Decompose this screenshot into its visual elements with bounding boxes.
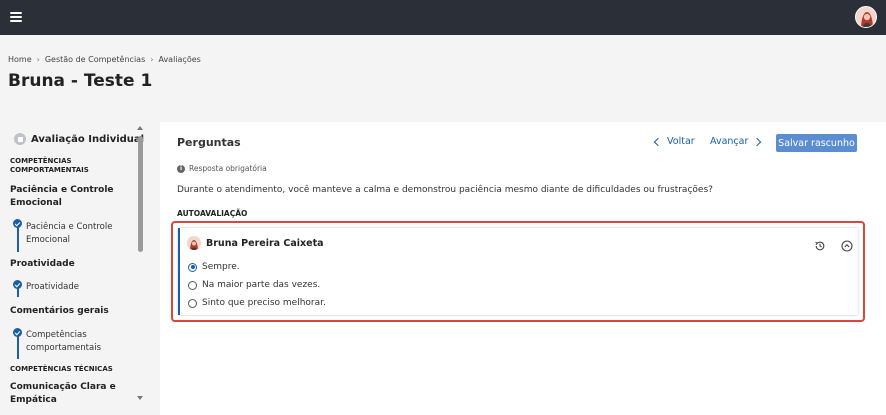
progress-line bbox=[17, 226, 19, 252]
sidebar-section-comportamentais: COMPETÊNCIAS COMPORTAMENTAIS bbox=[10, 157, 89, 174]
answer-highlight: Bruna Pereira Caixeta Sempre. Na maior p… bbox=[171, 221, 865, 322]
option-label: Sinto que preciso melhorar. bbox=[202, 298, 326, 308]
info-icon: i bbox=[177, 164, 185, 173]
sidebar-group-comentarios[interactable]: Comentários gerais bbox=[10, 305, 130, 318]
scroll-up-icon[interactable] bbox=[137, 126, 143, 130]
hamburger-icon[interactable] bbox=[10, 12, 22, 22]
back-label: Voltar bbox=[667, 136, 695, 147]
answer-card: Bruna Pereira Caixeta Sempre. Na maior p… bbox=[178, 228, 858, 315]
chevron-right-icon bbox=[753, 137, 762, 146]
sidebar-item-paciencia[interactable]: Paciência e Controle Emocional bbox=[26, 221, 136, 247]
sidebar-header[interactable]: Avaliação Individual bbox=[14, 133, 144, 145]
progress-line bbox=[17, 335, 19, 359]
top-bar bbox=[0, 0, 886, 35]
option-preciso-melhorar[interactable]: Sinto que preciso melhorar. bbox=[188, 298, 326, 308]
sidebar-scrollbar[interactable] bbox=[137, 126, 143, 404]
question-text: Durante o atendimento, você manteve a ca… bbox=[177, 185, 713, 195]
breadcrumb-separator-icon: › bbox=[150, 55, 154, 64]
breadcrumb: Home › Gestão de Competências › Avaliaçõ… bbox=[8, 55, 201, 64]
sidebar: Avaliação Individual COMPETÊNCIAS COMPOR… bbox=[0, 122, 146, 415]
page-title: Bruna - Teste 1 bbox=[8, 71, 153, 91]
radio-icon[interactable] bbox=[188, 280, 197, 290]
sidebar-group-proatividade[interactable]: Proatividade bbox=[10, 258, 130, 271]
breadcrumb-home[interactable]: Home bbox=[8, 55, 32, 64]
radio-icon[interactable] bbox=[188, 298, 197, 308]
required-note: i Resposta obrigatória bbox=[177, 164, 267, 173]
sidebar-item-proatividade[interactable]: Proatividade bbox=[26, 281, 136, 294]
sidebar-group-paciencia[interactable]: Paciência e Controle Emocional bbox=[10, 184, 130, 210]
save-draft-button[interactable]: Salvar rascunho bbox=[776, 134, 857, 152]
breadcrumb-avaliacoes[interactable]: Avaliações bbox=[158, 55, 200, 64]
option-label: Sempre. bbox=[202, 262, 240, 272]
scroll-down-icon[interactable] bbox=[137, 396, 143, 400]
collapse-icon[interactable] bbox=[841, 237, 853, 252]
check-icon bbox=[13, 328, 22, 337]
radio-selected-icon[interactable] bbox=[188, 262, 197, 272]
option-maior-parte[interactable]: Na maior parte das vezes. bbox=[188, 280, 320, 290]
answer-user-avatar bbox=[187, 236, 201, 250]
next-button[interactable]: Avançar bbox=[710, 136, 762, 147]
option-sempre[interactable]: Sempre. bbox=[188, 262, 240, 272]
required-text: Resposta obrigatória bbox=[189, 164, 267, 173]
option-label: Na maior parte das vezes. bbox=[202, 280, 321, 290]
back-button[interactable]: Voltar bbox=[653, 136, 695, 147]
sidebar-header-label: Avaliação Individual bbox=[31, 133, 145, 145]
sidebar-item-competencias-comportamentais[interactable]: Competências comportamentais bbox=[26, 329, 136, 355]
questions-panel: Perguntas Voltar Avançar Salvar rascunho… bbox=[160, 122, 886, 415]
user-avatar[interactable] bbox=[855, 6, 877, 28]
self-assessment-label: AUTOAVALIAÇÃO bbox=[177, 209, 248, 218]
questions-title: Perguntas bbox=[177, 136, 241, 149]
check-icon bbox=[13, 280, 22, 289]
breadcrumb-separator-icon: › bbox=[36, 55, 40, 64]
evaluation-icon bbox=[14, 133, 26, 145]
history-icon[interactable] bbox=[814, 237, 826, 251]
sidebar-section-tecnicas: COMPETÊNCIAS TÉCNICAS bbox=[10, 365, 113, 373]
next-label: Avançar bbox=[710, 136, 749, 147]
breadcrumb-gestao[interactable]: Gestão de Competências bbox=[45, 55, 145, 64]
answer-user-name: Bruna Pereira Caixeta bbox=[206, 238, 324, 249]
chevron-left-icon bbox=[653, 137, 663, 146]
sidebar-group-comunicacao[interactable]: Comunicação Clara e Empática bbox=[10, 381, 130, 407]
scroll-thumb[interactable] bbox=[138, 136, 143, 252]
check-icon bbox=[13, 219, 22, 228]
